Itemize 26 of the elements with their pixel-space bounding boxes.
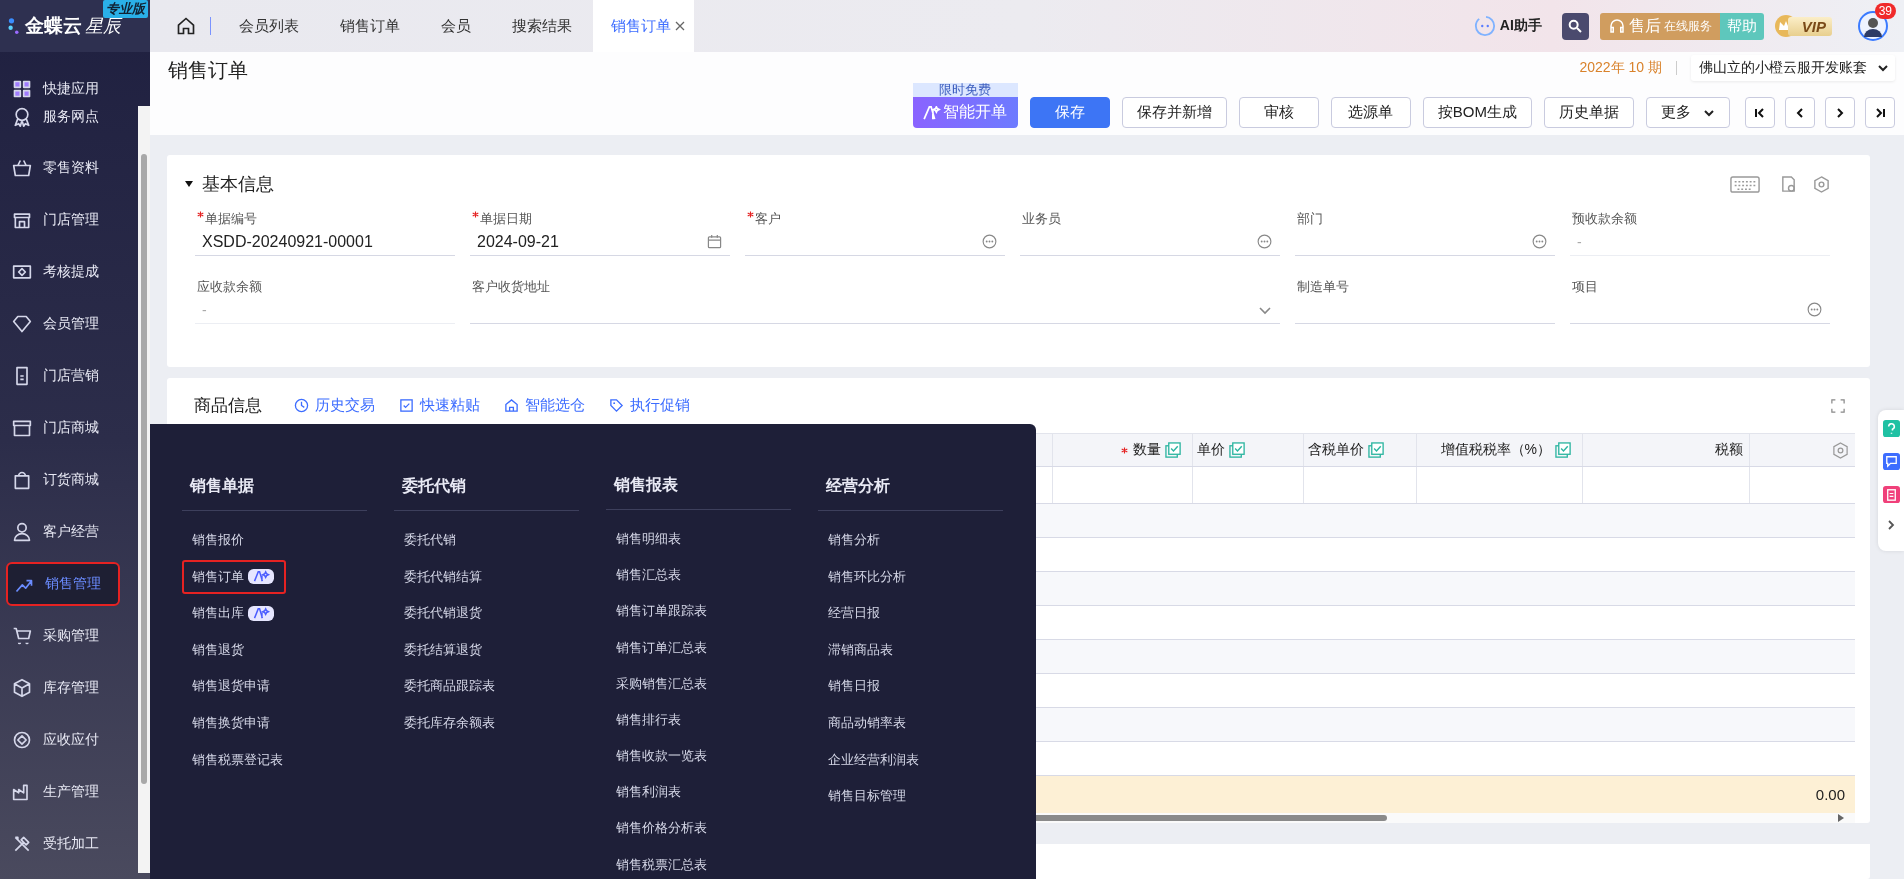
field-label: 制造单号	[1296, 278, 1350, 296]
notification-badge: 39	[1874, 3, 1896, 19]
menu-heading: 委托代销	[394, 462, 579, 511]
page-title: 销售订单	[168, 58, 248, 83]
menu-heading: 经营分析	[818, 462, 1003, 511]
field-label: 单据编号	[195, 210, 455, 228]
field-label: 单据日期	[470, 210, 730, 228]
field-label: 业务员	[1021, 210, 1062, 228]
promo-tag: 限时免费	[912, 83, 1018, 97]
input-field: -	[195, 296, 455, 324]
menu-heading: 销售单据	[182, 462, 367, 511]
brand-subtitle: 星辰	[85, 15, 121, 38]
field-label: 项目	[1571, 278, 1599, 296]
field-label: 客户收货地址	[471, 278, 551, 296]
brand-name: 金蝶云	[25, 14, 82, 38]
field-label: 应收款余额	[196, 278, 263, 296]
field-label: 预收款余额	[1571, 210, 1638, 228]
field-label: 部门	[1296, 210, 1324, 228]
menu-heading: 销售报表	[606, 462, 791, 511]
input-field: -	[1570, 228, 1830, 256]
section-title: 基本信息	[202, 173, 274, 196]
period-label: 2022年 10 期	[1579, 58, 1662, 77]
field-label: 客户	[745, 210, 1005, 228]
edition-badge: 专业版	[103, 0, 148, 18]
total-value: 0.00	[1815, 786, 1845, 803]
section-title: 商品信息	[194, 395, 262, 417]
